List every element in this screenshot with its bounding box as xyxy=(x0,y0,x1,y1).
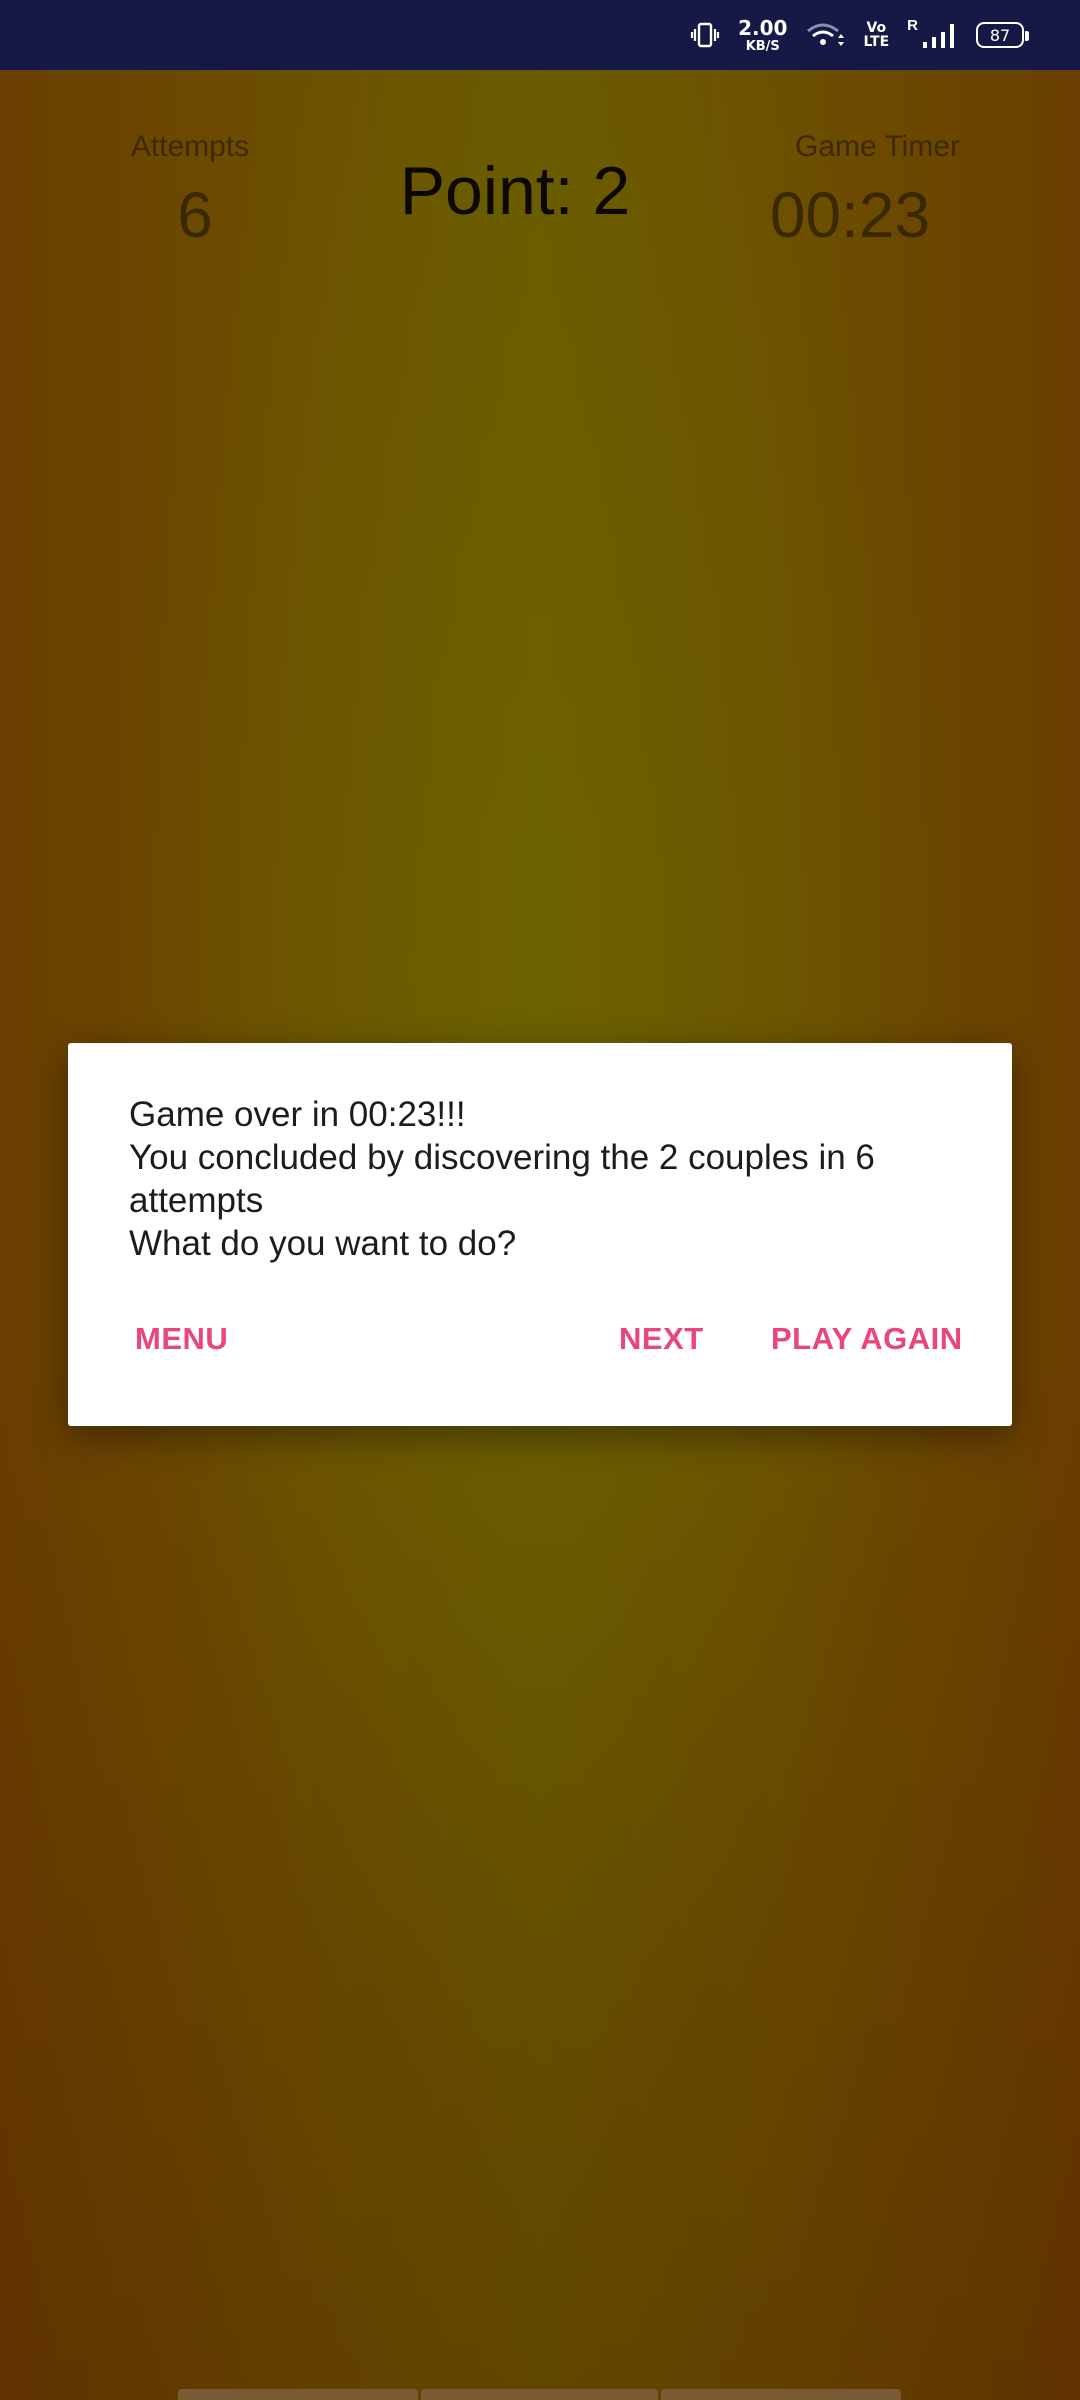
volte-bottom: LTE xyxy=(863,34,890,50)
nav-bar-segment-center[interactable] xyxy=(421,2389,658,2400)
play-again-button[interactable]: PLAY AGAIN xyxy=(771,1321,963,1357)
vibrate-icon xyxy=(690,20,720,50)
wifi-icon xyxy=(805,20,845,50)
next-button[interactable]: NEXT xyxy=(619,1321,704,1357)
signal-icon xyxy=(923,24,954,48)
game-timer-value: 00:23 xyxy=(769,179,931,251)
signal-group: R xyxy=(907,17,958,54)
dialog-line-summary: You concluded by discovering the 2 coupl… xyxy=(129,1138,875,1220)
attempts-label: Attempts xyxy=(130,130,250,163)
dialog-line-question: What do you want to do? xyxy=(129,1224,517,1263)
battery-level: 87 xyxy=(989,25,1011,45)
battery-icon: 87 xyxy=(976,22,1029,48)
menu-button[interactable]: MENU xyxy=(135,1321,228,1357)
dialog-line-game-over: Game over in 00:23!!! xyxy=(129,1095,466,1134)
game-over-dialog: Game over in 00:23!!! You concluded by d… xyxy=(68,1043,1012,1426)
point-label: Point: 2 xyxy=(399,153,631,229)
nav-bar-segment-left[interactable] xyxy=(178,2389,418,2400)
status-bar: 2.00 KB/S Vo LTE R 87 xyxy=(0,0,1080,70)
network-speed-unit: KB/S xyxy=(745,38,780,54)
network-speed-value: 2.00 xyxy=(738,15,788,40)
roaming-indicator: R xyxy=(907,16,918,34)
dialog-message: Game over in 00:23!!! You concluded by d… xyxy=(129,1093,959,1265)
volte-top: Vo xyxy=(866,20,887,36)
nav-bar-segment-right[interactable] xyxy=(661,2389,901,2400)
volte-indicator: Vo LTE xyxy=(863,21,889,49)
attempts-value: 6 xyxy=(177,179,213,251)
game-timer-label: Game Timer xyxy=(794,130,961,163)
network-speed: 2.00 KB/S xyxy=(738,18,787,53)
